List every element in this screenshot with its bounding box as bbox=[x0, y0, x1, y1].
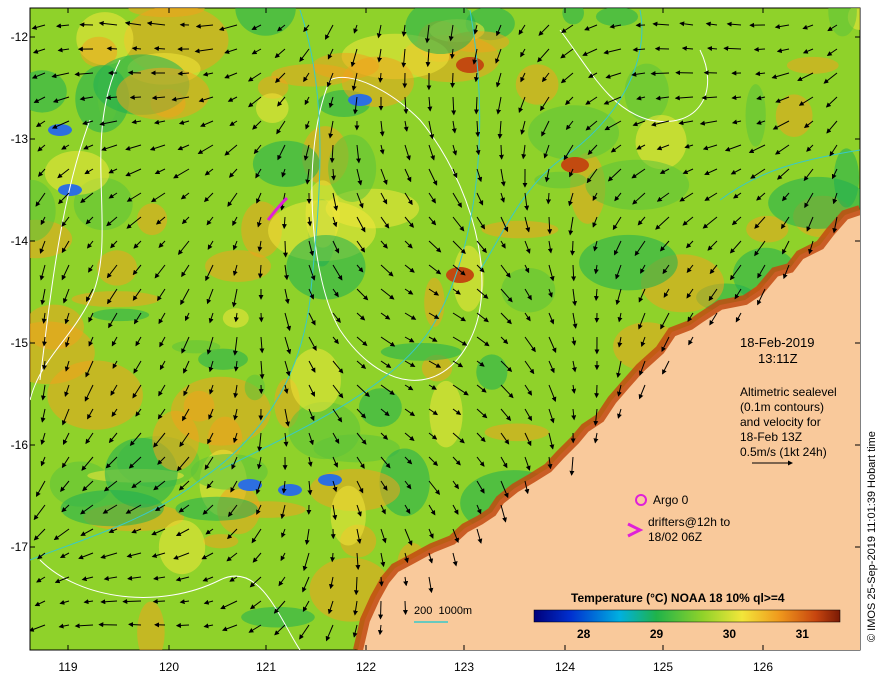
colorbar-title: Temperature (°C) NOAA 18 10% ql>=4 bbox=[571, 591, 785, 605]
sst-patch bbox=[528, 105, 620, 161]
argo-label: Argo 0 bbox=[653, 493, 689, 507]
sst-patch bbox=[833, 148, 860, 208]
hot-patch bbox=[446, 267, 474, 283]
sst-patch bbox=[91, 308, 150, 322]
altimetry-line-4: 18-Feb 13Z bbox=[740, 430, 803, 444]
sst-patch bbox=[96, 250, 138, 286]
velocity-arrow bbox=[450, 72, 456, 88]
sst-patch bbox=[252, 140, 320, 187]
sst-patch bbox=[786, 56, 839, 74]
x-tick-label: 121 bbox=[255, 660, 277, 674]
cold-patch bbox=[48, 124, 72, 136]
velocity-arrow bbox=[106, 46, 118, 52]
sst-patch bbox=[405, 8, 477, 55]
x-tick-label: 119 bbox=[58, 660, 78, 674]
x-tick-label: 126 bbox=[752, 660, 774, 674]
y-tick-label: -14 bbox=[10, 234, 28, 248]
velocity-arrow bbox=[498, 144, 504, 160]
altimetry-line-5: 0.5m/s (1kt 24h) bbox=[740, 445, 827, 459]
sst-patch bbox=[137, 601, 165, 650]
cold-patch bbox=[278, 484, 302, 496]
hot-patch bbox=[561, 157, 589, 173]
velocity-arrow bbox=[753, 46, 766, 52]
velocity-arrow bbox=[650, 71, 670, 77]
sst-patch bbox=[595, 8, 639, 27]
altimetry-line-1: Altimetric sealevel bbox=[740, 385, 837, 399]
x-tick-label: 125 bbox=[652, 660, 674, 674]
sst-patch bbox=[128, 8, 205, 18]
sst-patch bbox=[328, 134, 377, 202]
sst-patch bbox=[380, 342, 462, 361]
y-tick-label: -13 bbox=[10, 132, 28, 146]
date-label: 18-Feb-2019 bbox=[740, 335, 815, 350]
colorbar bbox=[533, 609, 841, 623]
velocity-arrow bbox=[402, 600, 408, 616]
sst-patch bbox=[358, 388, 402, 427]
colorbar-tick-label: 28 bbox=[577, 627, 591, 641]
sst-patch bbox=[244, 374, 265, 401]
sst-patch bbox=[47, 360, 143, 430]
x-tick-label: 124 bbox=[554, 660, 576, 674]
velocity-arrow bbox=[122, 598, 142, 604]
cold-patch bbox=[318, 474, 342, 486]
velocity-arrow bbox=[282, 240, 288, 258]
sst-patch bbox=[286, 234, 366, 300]
velocity-arrow bbox=[570, 240, 576, 256]
altimetry-legend-text: Altimetric sealevel (0.1m contours) and … bbox=[740, 385, 837, 460]
sst-patch bbox=[424, 277, 445, 327]
drifter-label-1: drifters@12h to bbox=[648, 515, 731, 529]
sst-patch bbox=[501, 267, 556, 313]
y-tick-label: -16 bbox=[10, 438, 28, 452]
sst-patch bbox=[71, 291, 160, 308]
sst-patch bbox=[515, 64, 559, 105]
velocity-arrow bbox=[378, 600, 384, 620]
sst-patch bbox=[203, 534, 239, 549]
altimetry-line-3: and velocity for bbox=[740, 415, 821, 429]
velocity-arrow bbox=[378, 576, 384, 587]
sst-patch bbox=[290, 348, 341, 413]
sst-patch bbox=[484, 423, 549, 442]
colorbar-tick-label: 30 bbox=[722, 627, 737, 641]
sst-patch bbox=[476, 354, 508, 390]
colorbar-tick-label: 31 bbox=[795, 627, 809, 641]
velocity-arrow bbox=[128, 622, 142, 628]
credit-text: © IMOS 25-Sep-2019 11:01:39 Hobart time bbox=[866, 431, 878, 642]
sst-patch bbox=[30, 70, 67, 113]
y-tick-label: -15 bbox=[10, 336, 28, 350]
velocity-arrow bbox=[129, 94, 142, 100]
x-tick-label: 122 bbox=[355, 660, 377, 674]
x-tick-label: 120 bbox=[158, 660, 180, 674]
cold-patch bbox=[348, 94, 372, 106]
velocity-arrow bbox=[175, 622, 190, 628]
y-tick-label: -12 bbox=[10, 30, 28, 44]
sst-patch bbox=[158, 519, 206, 575]
sst-patch bbox=[481, 220, 559, 239]
time-label: 13:11Z bbox=[758, 351, 798, 366]
sst-patch bbox=[30, 179, 56, 242]
y-tick-label: -17 bbox=[10, 540, 28, 554]
sst-patch bbox=[116, 67, 210, 120]
sst-patch bbox=[534, 171, 587, 189]
sst-patch bbox=[585, 159, 690, 211]
sst-patch bbox=[579, 234, 678, 291]
sst-patch bbox=[171, 340, 221, 354]
sst-patch bbox=[745, 84, 766, 147]
isobath-legend-label: 200 1000m bbox=[414, 605, 473, 617]
colorbar-tick-label: 29 bbox=[649, 627, 664, 641]
velocity-arrow bbox=[594, 384, 600, 399]
hot-patch bbox=[456, 57, 484, 73]
sst-patch bbox=[175, 496, 258, 521]
x-tick-label: 123 bbox=[453, 660, 475, 674]
sst-patch bbox=[562, 8, 584, 25]
drifter-label-2: 18/02 06Z bbox=[648, 530, 703, 544]
altimetry-line-2: (0.1m contours) bbox=[740, 400, 825, 414]
velocity-arrow bbox=[152, 598, 166, 604]
